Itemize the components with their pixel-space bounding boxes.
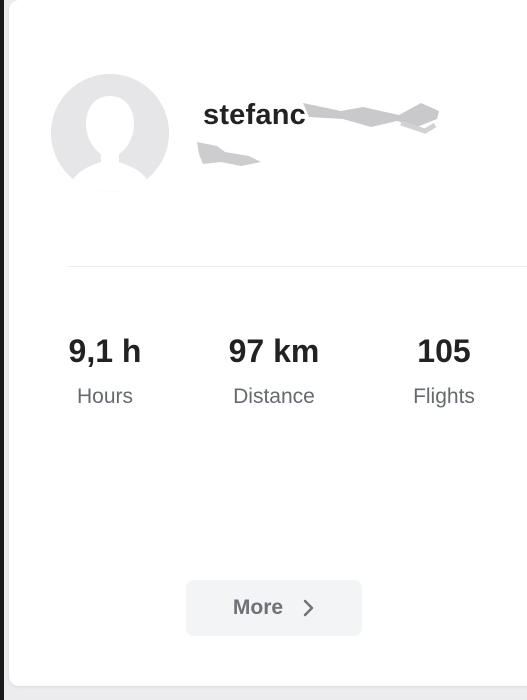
window-edge <box>0 0 4 700</box>
redaction-scribble-secondary <box>197 142 261 166</box>
default-user-avatar-icon[interactable] <box>51 74 169 192</box>
stat-flights: 105 Flights <box>364 330 524 410</box>
chevron-right-icon <box>303 599 315 617</box>
stat-flights-value: 105 <box>417 333 471 369</box>
stat-hours: 9,1 h Hours <box>25 330 185 410</box>
more-button[interactable]: More <box>186 580 362 636</box>
divider <box>67 266 527 267</box>
stat-distance-value: 97 km <box>228 333 320 369</box>
stat-distance-label: Distance <box>233 385 315 408</box>
profile-stats-card: stefanc 9,1 h Hours 97 km Distance 105 F… <box>9 0 527 686</box>
stat-hours-value: 9,1 h <box>68 333 142 369</box>
username: stefanc <box>203 99 306 131</box>
more-button-label: More <box>232 596 284 619</box>
stat-hours-label: Hours <box>76 385 134 408</box>
stat-flights-label: Flights <box>413 385 475 408</box>
redaction-scribble <box>303 103 439 134</box>
stat-distance: 97 km Distance <box>194 330 354 410</box>
